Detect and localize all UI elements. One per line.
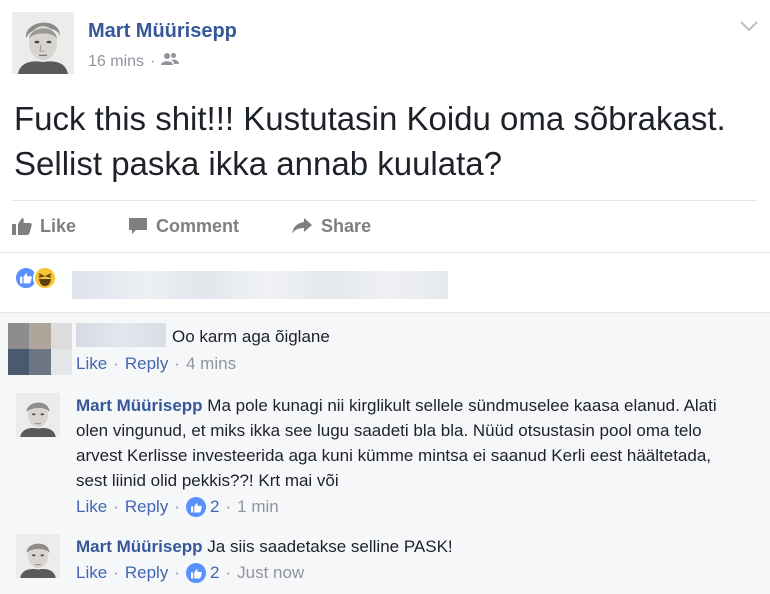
- meta-separator: ·: [225, 497, 232, 516]
- comment-like-link[interactable]: Like: [76, 497, 107, 517]
- comment-time[interactable]: Just now: [237, 563, 304, 583]
- commenter-avatar[interactable]: [16, 393, 60, 437]
- commenter-name-blurred[interactable]: [76, 323, 166, 347]
- comment-body: Mart Müürisepp Ma pole kunagi nii kirgli…: [76, 393, 736, 493]
- share-icon: [292, 218, 313, 234]
- meta-separator: ·: [225, 563, 232, 582]
- meta-separator: ·: [174, 497, 180, 516]
- like-button[interactable]: Like: [12, 216, 76, 237]
- comment-body: Mart Müürisepp Ja siis saadetakse sellin…: [76, 534, 736, 559]
- post-actions-bar: Like Comment Share: [12, 210, 423, 242]
- meta-separator: ·: [174, 354, 180, 373]
- share-label: Share: [321, 215, 372, 236]
- commenter-avatar-pixelated[interactable]: [8, 323, 72, 375]
- post-time[interactable]: 16 mins: [88, 53, 144, 71]
- comment-time[interactable]: 4 mins: [186, 354, 236, 374]
- commenter-avatar[interactable]: [16, 534, 60, 578]
- comment-reply-link[interactable]: Reply: [125, 563, 168, 583]
- comment-reaction-count[interactable]: 2: [210, 563, 219, 583]
- author-avatar[interactable]: [12, 12, 74, 74]
- post-body-text: Fuck this shit!!! Kustutasin Koidu oma s…: [14, 100, 726, 182]
- comment-like-link[interactable]: Like: [76, 354, 107, 374]
- meta-separator: ·: [113, 354, 119, 373]
- comment-reaction-count[interactable]: 2: [210, 497, 219, 517]
- comment-meta: Like · Reply · 4 mins: [76, 354, 236, 374]
- meta-separator: ·: [174, 563, 180, 582]
- comment-text: Ja siis saadetakse selline PASK!: [207, 537, 453, 556]
- like-reaction-icon[interactable]: [186, 563, 206, 583]
- divider: [0, 252, 770, 253]
- commenter-name[interactable]: Mart Müürisepp: [76, 396, 203, 415]
- comment-text: Oo karm aga õiglane: [172, 327, 330, 346]
- share-button[interactable]: Share: [291, 216, 371, 237]
- reactors-names-blurred: [72, 271, 448, 299]
- meta-separator: ·: [113, 497, 119, 516]
- comment-icon: [129, 218, 148, 234]
- comment-reply-link[interactable]: Reply: [125, 354, 168, 374]
- like-label: Like: [40, 215, 77, 236]
- like-reaction-icon[interactable]: [186, 497, 206, 517]
- comment-label: Comment: [156, 215, 240, 236]
- haha-reaction-icon: [33, 266, 57, 290]
- meta-separator: ·: [113, 563, 119, 582]
- comment-reply-link[interactable]: Reply: [125, 497, 168, 517]
- thumbs-up-icon: [12, 218, 32, 235]
- meta-separator: ·: [150, 52, 156, 70]
- friends-icon[interactable]: [161, 52, 180, 71]
- comment-meta: Like · Reply · 2 · Just now: [76, 563, 304, 583]
- chevron-down-icon[interactable]: [738, 18, 760, 34]
- reactions-summary[interactable]: [14, 266, 57, 290]
- divider: [12, 200, 757, 201]
- comment-button[interactable]: Comment: [128, 216, 239, 237]
- comment-time[interactable]: 1 min: [237, 497, 279, 517]
- comment-meta: Like · Reply · 2 · 1 min: [76, 497, 279, 517]
- facebook-post: Mart Müürisepp 16 mins · Fuck this shit!…: [0, 0, 770, 594]
- commenter-name[interactable]: Mart Müürisepp: [76, 537, 203, 556]
- post-meta: 16 mins ·: [88, 52, 180, 71]
- comment-like-link[interactable]: Like: [76, 563, 107, 583]
- post-author-name[interactable]: Mart Müürisepp: [88, 20, 237, 43]
